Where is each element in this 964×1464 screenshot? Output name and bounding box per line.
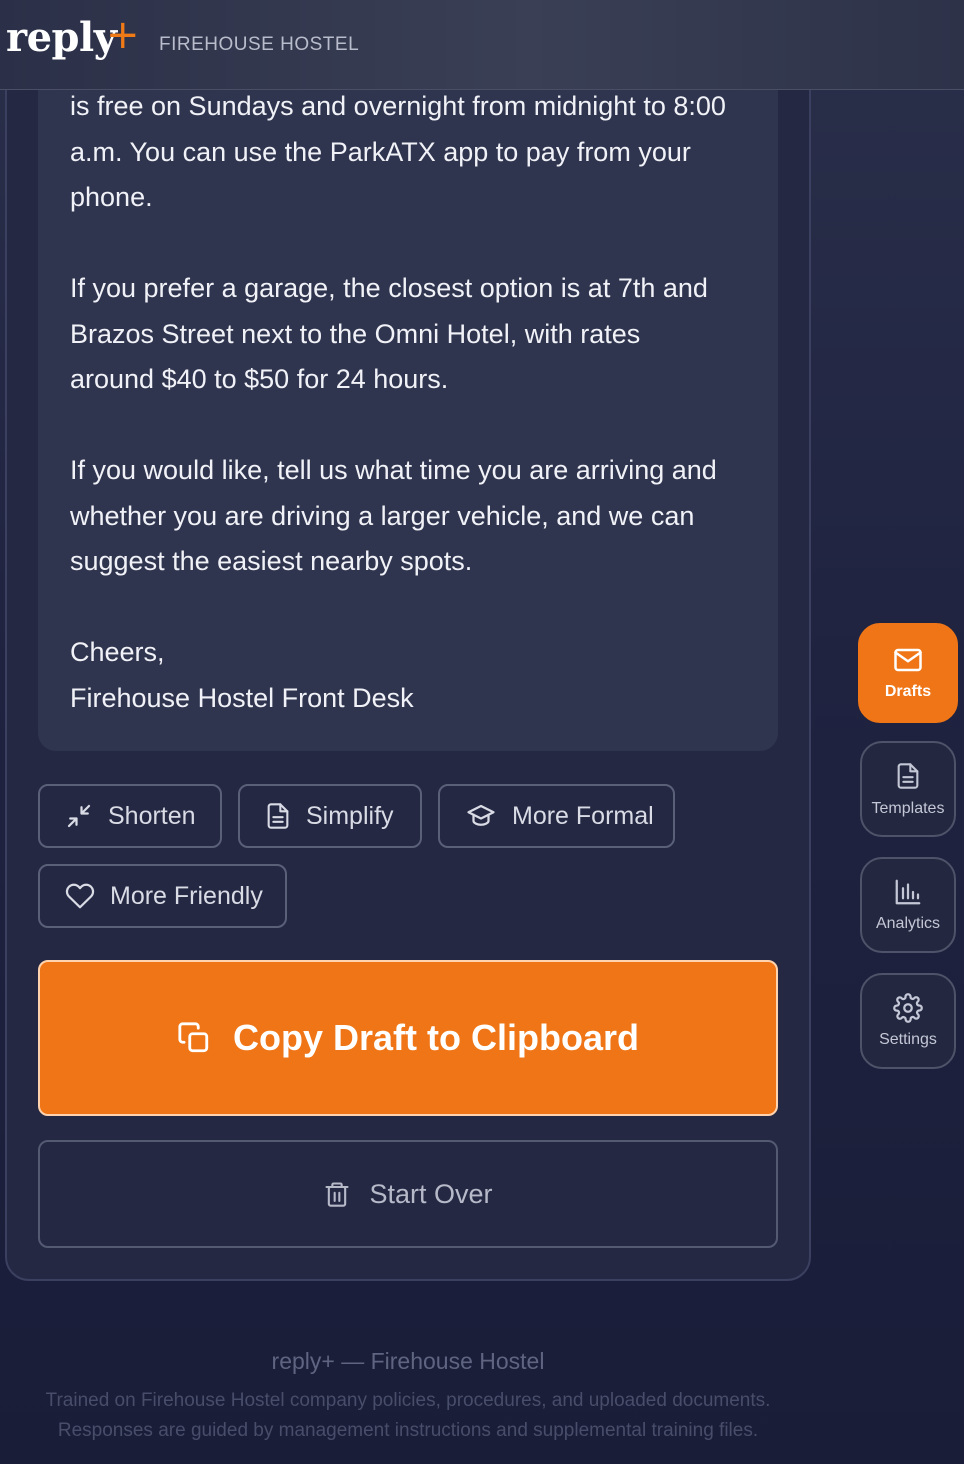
org-name: FIREHOUSE HOSTEL xyxy=(159,34,360,55)
sidebar-label: Analytics xyxy=(875,915,941,932)
draft-paragraph: If you would like, tell us what time you… xyxy=(70,455,717,576)
top-bar: reply + FIREHOUSE HOSTEL xyxy=(0,0,964,90)
sidebar-label: Drafts xyxy=(884,683,932,700)
more-friendly-label: More Friendly xyxy=(110,881,263,910)
sidebar-item-settings[interactable]: Settings xyxy=(860,973,956,1069)
draft-paragraph: If you prefer a garage, the closest opti… xyxy=(70,273,708,394)
start-over-label: Start Over xyxy=(369,1178,493,1209)
simplify-button[interactable]: Simplify xyxy=(238,784,422,848)
logo-plus: + xyxy=(106,12,140,58)
shrink-arrows-icon xyxy=(67,804,91,828)
document-icon xyxy=(897,763,919,789)
graduation-cap-icon xyxy=(467,804,495,826)
envelope-icon xyxy=(894,648,922,672)
more-friendly-button[interactable]: More Friendly xyxy=(38,864,287,928)
gear-icon xyxy=(893,993,923,1023)
start-over-button[interactable]: Start Over xyxy=(38,1140,778,1248)
sidebar-label: Settings xyxy=(879,1031,937,1048)
app-logo[interactable]: reply xyxy=(6,14,117,61)
footer-line: Responses are guided by management instr… xyxy=(57,1420,759,1441)
sidebar-label: Templates xyxy=(871,800,945,817)
sidebar-item-drafts[interactable]: Drafts xyxy=(858,623,958,723)
sidebar-item-templates[interactable]: Templates xyxy=(860,741,956,837)
draft-signature: Cheers, Firehouse Hostel Front Desk xyxy=(70,637,414,713)
footer-line: Trained on Firehouse Hostel company poli… xyxy=(45,1390,771,1411)
simplify-label: Simplify xyxy=(306,801,394,830)
document-icon xyxy=(267,803,289,829)
more-formal-button[interactable]: More Formal xyxy=(438,784,675,848)
heart-icon xyxy=(65,883,95,909)
draft-paragraph: is free on Sundays and overnight from mi… xyxy=(70,91,726,212)
shorten-label: Shorten xyxy=(108,801,196,830)
copy-draft-label: Copy Draft to Clipboard xyxy=(233,1017,639,1058)
sidebar-item-analytics[interactable]: Analytics xyxy=(860,857,956,953)
draft-text: is free on Sundays and overnight from mi… xyxy=(70,84,760,721)
bar-chart-icon xyxy=(895,879,921,905)
copy-icon xyxy=(178,1022,209,1053)
footer-title: reply+ — Firehouse Hostel xyxy=(271,1348,545,1374)
copy-draft-button[interactable]: Copy Draft to Clipboard xyxy=(38,960,778,1116)
trash-icon xyxy=(325,1182,350,1207)
more-formal-label: More Formal xyxy=(512,801,654,830)
shorten-button[interactable]: Shorten xyxy=(38,784,222,848)
